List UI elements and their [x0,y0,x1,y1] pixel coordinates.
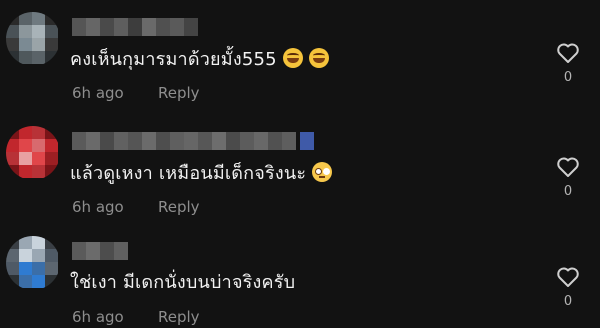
like-count: 0 [563,70,573,85]
heart-outline-icon [557,43,579,63]
heart-outline-icon [557,157,579,177]
reply-button[interactable]: Reply [158,84,200,102]
comment-text: คงเห็นกุมารมาด้วยมั้ง555 [70,48,329,71]
like-count: 0 [563,184,573,199]
like-count: 0 [563,294,573,309]
username-blurred[interactable] [72,18,198,38]
comment-timestamp: 6h ago [72,308,124,326]
comment-item: คงเห็นกุมารมาด้วยมั้ง555 6h ago Reply 0 [0,2,600,102]
comment-text: แล้วดูเหงา เหมือนมีเด็กจริงนะ [70,162,333,185]
flushed-face-emoji [312,162,333,182]
comment-text: ใช่เงา มีเดกนั่งบนบ่าจริงครับ [70,272,296,293]
comment-item: แล้วดูเหงา เหมือนมีเด็กจริงนะ 6h ago Rep… [0,116,600,216]
laughing-tears-emoji [282,48,303,68]
avatar[interactable] [6,236,60,290]
like-button[interactable]: 0 [556,42,580,85]
username-blurred[interactable] [72,242,128,262]
reply-button[interactable]: Reply [158,308,200,326]
comment-timestamp: 6h ago [72,198,124,216]
comment-timestamp: 6h ago [72,84,124,102]
username-blurred[interactable] [72,132,314,152]
comment-item: ใช่เงา มีเดกนั่งบนบ่าจริงครับ 6h ago Rep… [0,226,600,326]
heart-outline-icon [557,267,579,287]
avatar[interactable] [6,126,60,180]
laughing-tears-emoji [308,48,329,68]
like-button[interactable]: 0 [556,156,580,199]
avatar[interactable] [6,12,60,66]
like-button[interactable]: 0 [556,266,580,309]
reply-button[interactable]: Reply [158,198,200,216]
